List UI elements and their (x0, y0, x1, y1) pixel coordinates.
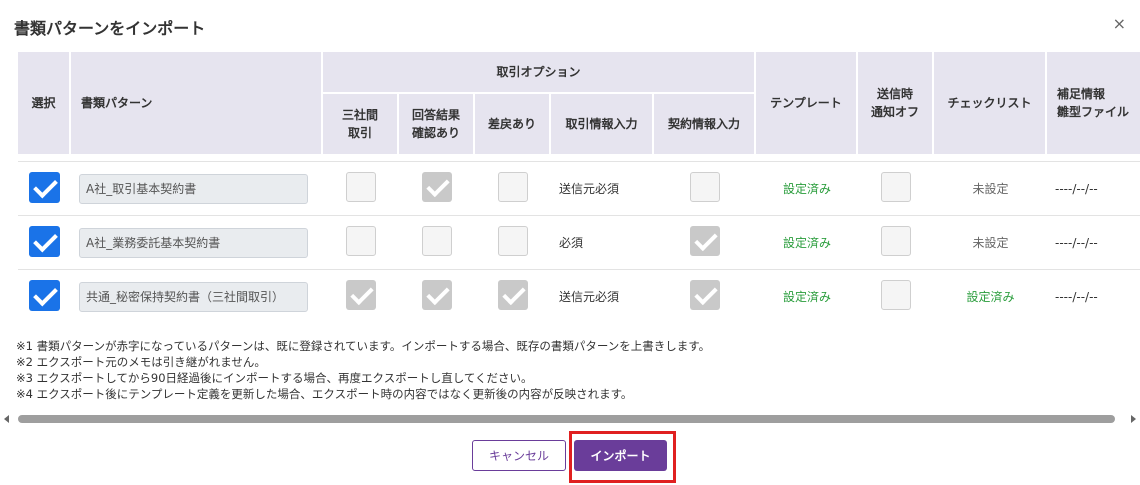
supplement-date: ----/--/-- (1047, 270, 1140, 322)
pattern-name-field: A社_業務委託基本契約書 (79, 227, 308, 258)
deal-info-value: 送信元必須 (551, 162, 654, 216)
select-checkbox[interactable] (29, 171, 60, 203)
scroll-left-icon[interactable] (4, 415, 9, 423)
contract-info-checkbox (690, 280, 720, 310)
header-supplement: 補足情報 雛型ファイル (1047, 52, 1140, 156)
select-checkbox[interactable] (29, 279, 60, 311)
import-button[interactable]: インポート (574, 440, 667, 471)
header-deal-info: 取引情報入力 (551, 94, 654, 156)
scrollbar-thumb[interactable] (18, 415, 1115, 423)
three-party-checkbox[interactable] (346, 172, 376, 202)
deal-info-value: 必須 (551, 216, 654, 270)
checklist-status: 未設定 (934, 162, 1047, 216)
note-item: ※3 エクスポートしてから90日経過後にインポートする場合、再度エクスポートし直… (16, 371, 533, 385)
contract-info-checkbox (690, 226, 720, 256)
sendback-checkbox[interactable] (498, 226, 528, 256)
checklist-status: 未設定 (934, 216, 1047, 270)
pattern-table: 選択 書類パターン 取引オプション テンプレート 送信時 通知オフ チェックリスト… (18, 52, 1140, 322)
reply-confirm-checkbox[interactable] (422, 226, 452, 256)
three-party-checkbox[interactable] (346, 226, 376, 256)
template-status: 設定済み (756, 216, 858, 270)
header-reply-confirm: 回答結果 確認あり (399, 94, 475, 156)
table-row: 共通_秘密保持契約書（三社間取引） 送信元必須 設定済み 設定済み ----/-… (18, 270, 1140, 322)
scroll-right-icon[interactable] (1131, 415, 1136, 423)
template-status: 設定済み (756, 162, 858, 216)
header-checklist: チェックリスト (934, 52, 1047, 156)
sendback-checkbox[interactable] (498, 172, 528, 202)
horizontal-scrollbar[interactable] (4, 412, 1136, 426)
header-sendback: 差戻あり (475, 94, 551, 156)
cancel-button[interactable]: キャンセル (472, 440, 566, 471)
header-template: テンプレート (756, 52, 858, 156)
contract-info-checkbox[interactable] (690, 172, 720, 202)
notes: ※1 書類パターンが赤字になっているパターンは、既に登録されています。インポート… (16, 338, 710, 402)
select-checkbox[interactable] (29, 225, 60, 257)
sendback-checkbox (498, 280, 528, 310)
dialog-title: 書類パターンをインポート (14, 19, 206, 38)
header-contract-info: 契約情報入力 (654, 94, 756, 156)
header-select: 選択 (18, 52, 71, 156)
close-icon[interactable]: × (1113, 14, 1126, 34)
notify-off-checkbox[interactable] (881, 172, 911, 202)
three-party-checkbox (346, 280, 376, 310)
note-item: ※2 エクスポート元のメモは引き継がれません。 (16, 355, 266, 369)
reply-confirm-checkbox (422, 172, 452, 202)
header-options-group: 取引オプション (323, 52, 756, 94)
header-three-party: 三社間 取引 (323, 94, 399, 156)
pattern-name-field: A社_取引基本契約書 (79, 173, 308, 204)
header-notify-off: 送信時 通知オフ (858, 52, 934, 156)
supplement-date: ----/--/-- (1047, 216, 1140, 270)
header-pattern: 書類パターン (71, 52, 323, 156)
note-item: ※1 書類パターンが赤字になっているパターンは、既に登録されています。インポート… (16, 339, 711, 353)
table-row: A社_業務委託基本契約書 必須 設定済み 未設定 ----/--/-- (18, 216, 1140, 270)
notify-off-checkbox[interactable] (881, 226, 911, 256)
reply-confirm-checkbox (422, 280, 452, 310)
note-item: ※4 エクスポート後にテンプレート定義を更新した場合、エクスポート時の内容ではな… (16, 387, 633, 401)
checklist-status: 設定済み (934, 270, 1047, 322)
table-row: A社_取引基本契約書 送信元必須 設定済み 未設定 ----/--/-- (18, 162, 1140, 216)
pattern-name-field: 共通_秘密保持契約書（三社間取引） (79, 281, 308, 312)
template-status: 設定済み (756, 270, 858, 322)
supplement-date: ----/--/-- (1047, 162, 1140, 216)
deal-info-value: 送信元必須 (551, 270, 654, 322)
notify-off-checkbox[interactable] (881, 280, 911, 310)
pattern-table-container: 選択 書類パターン 取引オプション テンプレート 送信時 通知オフ チェックリスト… (18, 52, 1140, 322)
